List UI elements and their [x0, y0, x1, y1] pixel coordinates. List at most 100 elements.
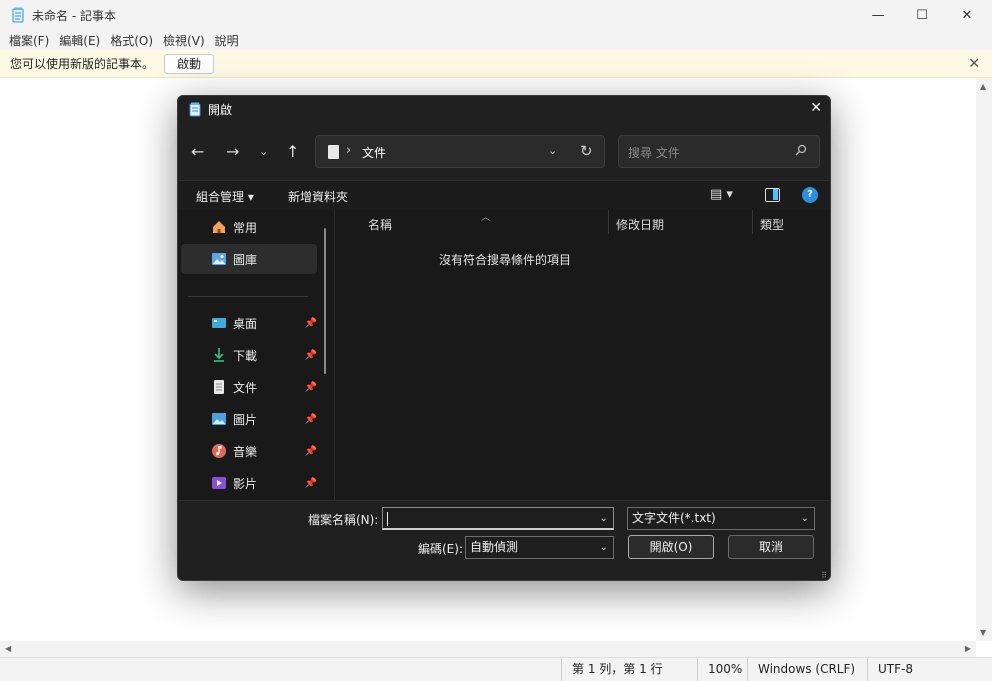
- filename-dropdown-icon[interactable]: ⌄: [600, 508, 608, 529]
- nav-item-gallery[interactable]: 圖庫: [181, 244, 317, 274]
- sort-ascending-icon: ︿: [481, 213, 491, 223]
- column-header-type[interactable]: 類型: [760, 216, 784, 233]
- banner-launch-button[interactable]: 啟動: [164, 53, 215, 74]
- notepad-titlebar: 未命名 - 記事本 — ☐ ✕: [0, 0, 992, 30]
- back-arrow-icon[interactable]: ←: [191, 142, 204, 161]
- notepad-app-icon: [10, 7, 26, 23]
- nav-item-downloads[interactable]: 下載 📌: [181, 340, 317, 370]
- notepad-app-icon: [188, 102, 202, 117]
- encoding-value: 自動偵測: [470, 540, 519, 554]
- menu-edit[interactable]: 編輯(E): [54, 32, 105, 49]
- search-placeholder: 搜尋 文件: [628, 146, 680, 160]
- pin-icon[interactable]: 📌: [305, 350, 317, 361]
- menu-help[interactable]: 說明: [210, 32, 244, 49]
- nav-scrollbar[interactable]: [324, 228, 326, 374]
- refresh-icon[interactable]: ↻: [580, 142, 593, 160]
- file-list[interactable]: 名稱 ︿ 修改日期 類型 沒有符合搜尋條件的項目: [335, 210, 830, 500]
- pin-icon[interactable]: 📌: [305, 446, 317, 457]
- nav-item-home[interactable]: 常用: [181, 212, 317, 242]
- new-folder-button[interactable]: 新增資料夾: [288, 188, 348, 205]
- document-icon: [211, 379, 227, 395]
- menubar: 檔案(F) 編輯(E) 格式(O) 檢視(V) 說明: [0, 30, 992, 50]
- pin-icon[interactable]: 📌: [305, 382, 317, 393]
- breadcrumb-current[interactable]: 文件: [362, 144, 386, 161]
- address-bar[interactable]: › 文件 ⌄ ↻: [315, 135, 605, 168]
- nav-divider: [188, 296, 308, 297]
- menu-view[interactable]: 檢視(V): [158, 32, 210, 49]
- organize-button[interactable]: 組合管理 ▾: [196, 188, 254, 205]
- vertical-scrollbar[interactable]: ▲ ▼: [976, 78, 992, 641]
- nav-item-videos[interactable]: 影片 📌: [181, 468, 317, 498]
- navigation-bar: ← → ⌄ ↑ › 文件 ⌄ ↻ 搜尋 文件: [178, 122, 830, 180]
- text-caret: [387, 511, 388, 526]
- download-icon: [211, 347, 227, 363]
- command-bar: 組合管理 ▾ 新增資料夾 ▤ ▾ ?: [178, 180, 830, 210]
- banner-text: 您可以使用新版的記事本。: [10, 57, 155, 71]
- encoding-dropdown-icon[interactable]: ⌄: [600, 537, 608, 558]
- nav-item-pictures[interactable]: 圖片 📌: [181, 404, 317, 434]
- filename-label: 檔案名稱(N):: [308, 513, 379, 527]
- menu-format[interactable]: 格式(O): [105, 32, 158, 49]
- column-divider[interactable]: [608, 210, 609, 234]
- minimize-button[interactable]: —: [853, 0, 903, 30]
- music-icon: [211, 443, 227, 459]
- dialog-title: 開啟: [208, 102, 233, 117]
- column-divider[interactable]: [752, 210, 753, 234]
- nav-item-music[interactable]: 音樂 📌: [181, 436, 317, 466]
- file-type-value: 文字文件(*.txt): [632, 511, 716, 525]
- pin-icon[interactable]: 📌: [305, 318, 317, 329]
- menu-file[interactable]: 檔案(F): [4, 32, 54, 49]
- navigation-pane: 常用 圖庫 桌面 📌 下載 📌 文件 📌 圖片 📌 音樂 📌 影片 📌: [178, 210, 335, 500]
- help-icon[interactable]: ?: [802, 187, 818, 203]
- pin-icon[interactable]: 📌: [305, 478, 317, 489]
- pin-icon[interactable]: 📌: [305, 414, 317, 425]
- status-bar: 第 1 列，第 1 行 100% Windows (CRLF) UTF-8: [0, 657, 992, 681]
- scroll-left-icon[interactable]: ◀: [5, 644, 11, 653]
- window-title: 未命名 - 記事本: [32, 8, 116, 23]
- search-icon[interactable]: [795, 144, 807, 159]
- gallery-icon: [211, 251, 227, 267]
- cancel-button[interactable]: 取消: [728, 535, 814, 559]
- file-type-dropdown-icon[interactable]: ⌄: [801, 508, 809, 529]
- open-button[interactable]: 開啟(O): [628, 535, 714, 559]
- resize-grip-icon[interactable]: ⠿: [821, 571, 827, 580]
- minimize-icon: —: [871, 7, 885, 23]
- breadcrumb-chevron-icon[interactable]: ›: [346, 143, 351, 158]
- document-icon: [328, 145, 339, 159]
- status-zoom: 100%: [697, 658, 747, 681]
- address-dropdown-icon[interactable]: ⌄: [548, 144, 557, 157]
- file-type-select[interactable]: 文字文件(*.txt) ⌄: [627, 507, 815, 530]
- banner-close-icon[interactable]: ✕: [968, 56, 980, 72]
- open-dialog: 開啟 ✕ ← → ⌄ ↑ › 文件 ⌄ ↻ 搜尋 文件 組合管理 ▾ 新增資料夾…: [177, 95, 831, 581]
- encoding-select[interactable]: 自動偵測 ⌄: [465, 536, 614, 559]
- up-arrow-icon[interactable]: ↑: [286, 142, 299, 161]
- pictures-icon: [211, 411, 227, 427]
- dialog-close-icon[interactable]: ✕: [810, 100, 822, 116]
- maximize-button[interactable]: ☐: [897, 0, 947, 30]
- home-icon: [211, 219, 227, 235]
- encoding-label: 編碼(E):: [418, 542, 463, 556]
- video-icon: [211, 475, 227, 491]
- status-encoding: UTF-8: [867, 658, 992, 681]
- close-button[interactable]: ✕: [942, 0, 992, 30]
- preview-pane-icon[interactable]: [765, 188, 780, 202]
- view-options-icon[interactable]: ▤ ▾: [710, 187, 733, 202]
- filename-input[interactable]: ⌄: [382, 507, 614, 530]
- nav-item-documents[interactable]: 文件 📌: [181, 372, 317, 402]
- empty-message: 沒有符合搜尋條件的項目: [438, 253, 571, 267]
- scroll-right-icon[interactable]: ▶: [965, 644, 971, 653]
- search-input[interactable]: 搜尋 文件: [618, 135, 820, 168]
- recent-chevron-down-icon[interactable]: ⌄: [259, 145, 268, 158]
- maximize-icon: ☐: [916, 7, 928, 23]
- scroll-up-icon[interactable]: ▲: [980, 82, 986, 91]
- forward-arrow-icon[interactable]: →: [226, 142, 239, 161]
- nav-item-desktop[interactable]: 桌面 📌: [181, 308, 317, 338]
- close-icon: ✕: [961, 7, 973, 23]
- scroll-down-icon[interactable]: ▼: [980, 628, 986, 637]
- desktop-icon: [211, 315, 227, 331]
- column-header-name[interactable]: 名稱: [368, 216, 392, 233]
- horizontal-scrollbar[interactable]: ◀ ▶: [0, 641, 976, 657]
- column-header-modified[interactable]: 修改日期: [616, 216, 664, 233]
- update-banner: 您可以使用新版的記事本。 啟動 ✕: [0, 50, 992, 78]
- status-position: 第 1 列，第 1 行: [561, 658, 697, 681]
